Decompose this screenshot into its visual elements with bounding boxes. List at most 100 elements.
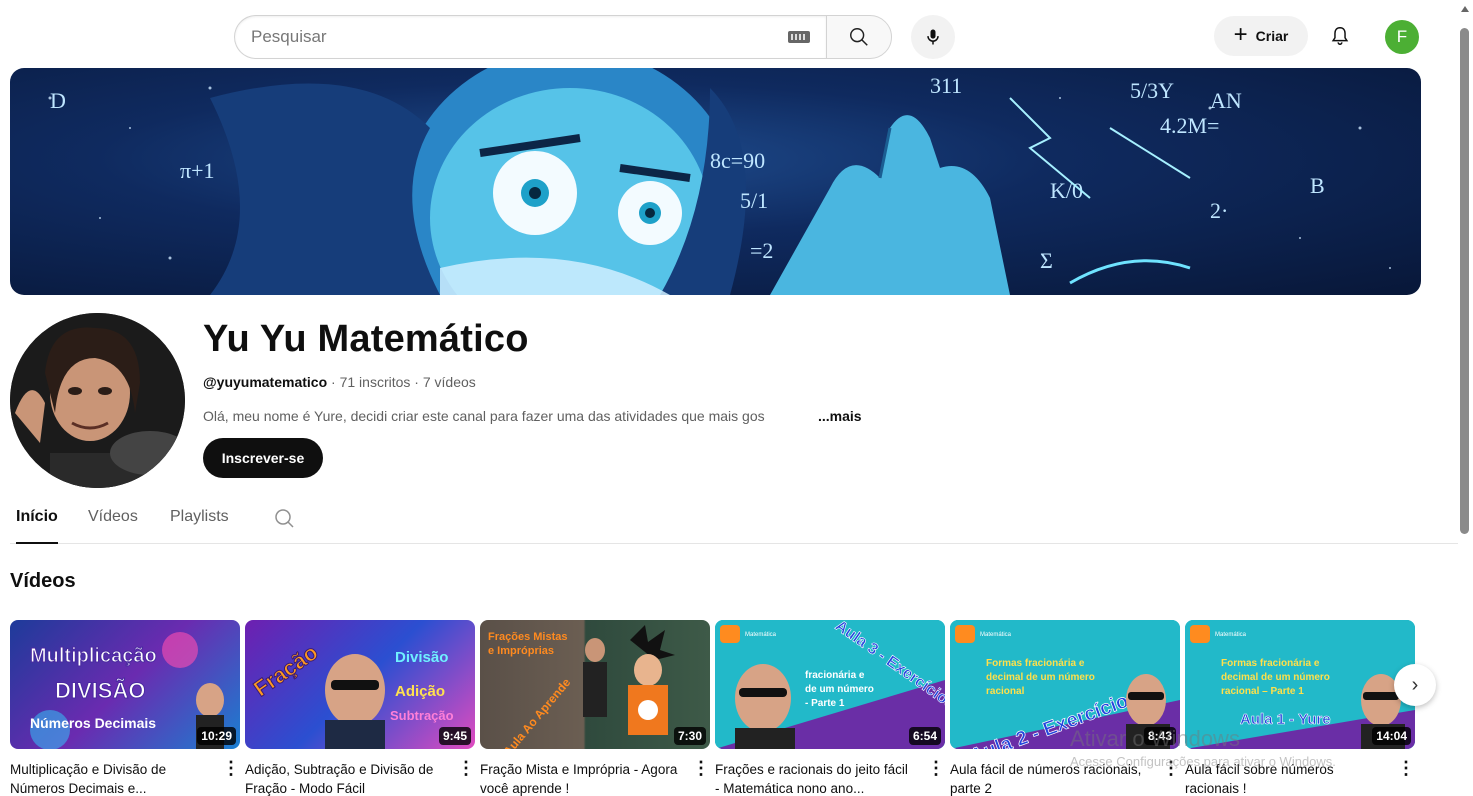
chevron-right-icon: › <box>1411 673 1419 696</box>
svg-text:311: 311 <box>930 73 962 98</box>
description-more-link[interactable]: ...mais <box>818 408 862 424</box>
search-icon <box>275 509 294 528</box>
video-title[interactable]: Frações e racionais do jeito fácil - Mat… <box>715 760 915 796</box>
video-card[interactable]: Frações Mistas e Impróprias Aula Ao Apre… <box>480 620 710 796</box>
svg-text:D: D <box>50 88 66 113</box>
search-button[interactable] <box>826 15 892 59</box>
svg-text:Aula 1 - Yure: Aula 1 - Yure <box>1240 711 1331 728</box>
svg-text:Matemática: Matemática <box>980 632 1012 638</box>
svg-text:decimal de um número: decimal de um número <box>986 672 1095 683</box>
svg-text:Divisão: Divisão <box>395 649 448 666</box>
section-title: Vídeos <box>10 570 76 592</box>
bell-icon <box>1331 27 1349 45</box>
svg-text:AN: AN <box>1210 88 1242 113</box>
svg-text:=2: =2 <box>750 238 773 263</box>
video-title[interactable]: Multiplicação e Divisão de Números Decim… <box>10 760 210 796</box>
video-thumbnail[interactable]: Frações Mistas e Impróprias Aula Ao Apre… <box>480 620 710 749</box>
more-options-icon[interactable]: ⋮ <box>222 758 240 779</box>
tab-inicio[interactable]: Início <box>16 508 58 544</box>
svg-text:Adição: Adição <box>395 683 445 700</box>
video-thumbnail[interactable]: Matemática fracionária e de um número - … <box>715 620 945 749</box>
keyboard-icon[interactable] <box>788 31 810 43</box>
meta-separator: · <box>331 374 340 390</box>
meta-separator: · <box>414 374 423 390</box>
activation-watermark: Ativar o Windows <box>1070 726 1240 751</box>
channel-description[interactable]: Olá, meu nome é Yure, decidi criar este … <box>203 408 823 424</box>
svg-text:π+1: π+1 <box>180 158 215 183</box>
video-duration: 6:54 <box>908 727 941 745</box>
tab-playlists[interactable]: Playlists <box>170 508 229 544</box>
video-card[interactable]: Fração Divisão Adição Subtração 9:45 Adi… <box>245 620 475 796</box>
scroll-up-arrow[interactable] <box>1461 6 1469 12</box>
video-card[interactable]: Multiplicação DIVISÃO Números Decimais 1… <box>10 620 240 796</box>
svg-text:Fração: Fração <box>249 639 322 701</box>
svg-text:4.2M=: 4.2M= <box>1160 113 1219 138</box>
svg-text:Subtração: Subtração <box>390 708 454 723</box>
svg-text:Formas fracionária e: Formas fracionária e <box>986 658 1085 669</box>
video-title[interactable]: Fração Mista e Imprópria - Agora você ap… <box>480 760 680 796</box>
svg-text:de um número: de um número <box>805 684 874 695</box>
video-duration: 14:04 <box>1372 727 1411 745</box>
channel-search-button[interactable] <box>272 506 296 535</box>
svg-text:fracionária e: fracionária e <box>805 670 865 681</box>
svg-text:Frações Mistas: Frações Mistas <box>488 631 567 643</box>
svg-text:5/1: 5/1 <box>740 188 768 213</box>
plus-icon: + <box>1233 21 1248 48</box>
scroll-thumb[interactable] <box>1460 28 1469 534</box>
svg-text:Números Decimais: Números Decimais <box>30 715 156 731</box>
video-title[interactable]: Adição, Subtração e Divisão de Fração - … <box>245 760 445 796</box>
video-count: 7 vídeos <box>422 374 476 390</box>
notifications-button[interactable] <box>1324 20 1356 52</box>
microphone-icon <box>927 29 939 45</box>
search-input[interactable] <box>251 27 780 47</box>
svg-text:- Parte 1: - Parte 1 <box>805 698 845 709</box>
svg-text:2·: 2· <box>1210 198 1228 223</box>
video-duration: 9:45 <box>438 727 471 745</box>
svg-text:B: B <box>1310 173 1325 198</box>
video-thumbnail[interactable]: Multiplicação DIVISÃO Números Decimais 1… <box>10 620 240 749</box>
more-options-icon[interactable]: ⋮ <box>927 758 945 779</box>
search-icon <box>850 28 868 46</box>
svg-text:5/3Y: 5/3Y <box>1130 78 1174 103</box>
svg-text:Matemática: Matemática <box>1215 632 1247 638</box>
video-card[interactable]: Matemática fracionária e de um número - … <box>715 620 945 796</box>
video-duration: 10:29 <box>197 727 236 745</box>
svg-text:Matemática: Matemática <box>745 632 777 638</box>
svg-text:racional – Parte 1: racional – Parte 1 <box>1221 686 1304 697</box>
subscriber-count: 71 inscritos <box>339 374 411 390</box>
video-duration: 7:30 <box>673 727 706 745</box>
channel-meta: @yuyumatematico · 71 inscritos · 7 vídeo… <box>203 374 476 390</box>
subscribe-button[interactable]: Inscrever-se <box>203 438 323 478</box>
search-box[interactable] <box>234 15 826 59</box>
svg-text:Multiplicação: Multiplicação <box>30 645 157 667</box>
activation-watermark-subtext: Acesse Configurações para ativar o Windo… <box>1070 754 1336 769</box>
more-options-icon[interactable]: ⋮ <box>1397 758 1415 779</box>
account-avatar[interactable]: F <box>1385 20 1419 54</box>
channel-banner: Dπ+1 8c=90 311 5/3Y AN 4.2M= K/0 2· B 5/1 =2 Σ <box>10 68 1421 295</box>
svg-text:Formas fracionária e: Formas fracionária e <box>1221 658 1320 669</box>
channel-avatar-photo <box>10 313 185 488</box>
create-button[interactable]: + Criar <box>1214 16 1308 56</box>
svg-text:Σ: Σ <box>1040 248 1053 273</box>
svg-text:8c=90: 8c=90 <box>710 148 765 173</box>
channel-tabs: Início Vídeos Playlists <box>10 498 1458 544</box>
svg-text:racional: racional <box>986 686 1025 697</box>
carousel-next-button[interactable]: › <box>1394 664 1436 706</box>
svg-text:e Impróprias: e Impróprias <box>488 645 554 657</box>
svg-text:decimal de um número: decimal de um número <box>1221 672 1330 683</box>
svg-text:K/0: K/0 <box>1050 178 1083 203</box>
tab-videos[interactable]: Vídeos <box>88 508 138 544</box>
page-scrollbar[interactable] <box>1458 0 1473 796</box>
top-bar: + Criar F <box>0 0 1473 68</box>
more-options-icon[interactable]: ⋮ <box>692 758 710 779</box>
video-thumbnail[interactable]: Fração Divisão Adição Subtração 9:45 <box>245 620 475 749</box>
channel-name: Yu Yu Matemático <box>203 318 529 360</box>
more-options-icon[interactable]: ⋮ <box>457 758 475 779</box>
svg-text:DIVISÃO: DIVISÃO <box>55 678 145 703</box>
search-bar <box>234 15 892 59</box>
channel-avatar[interactable] <box>10 313 185 488</box>
banner-artwork: Dπ+1 8c=90 311 5/3Y AN 4.2M= K/0 2· B 5/1 =2 Σ <box>48 68 1391 295</box>
voice-search-button[interactable] <box>911 15 955 59</box>
svg-text:Aula Ao Aprende: Aula Ao Aprende <box>501 675 574 749</box>
channel-handle: @yuyumatematico <box>203 374 328 390</box>
